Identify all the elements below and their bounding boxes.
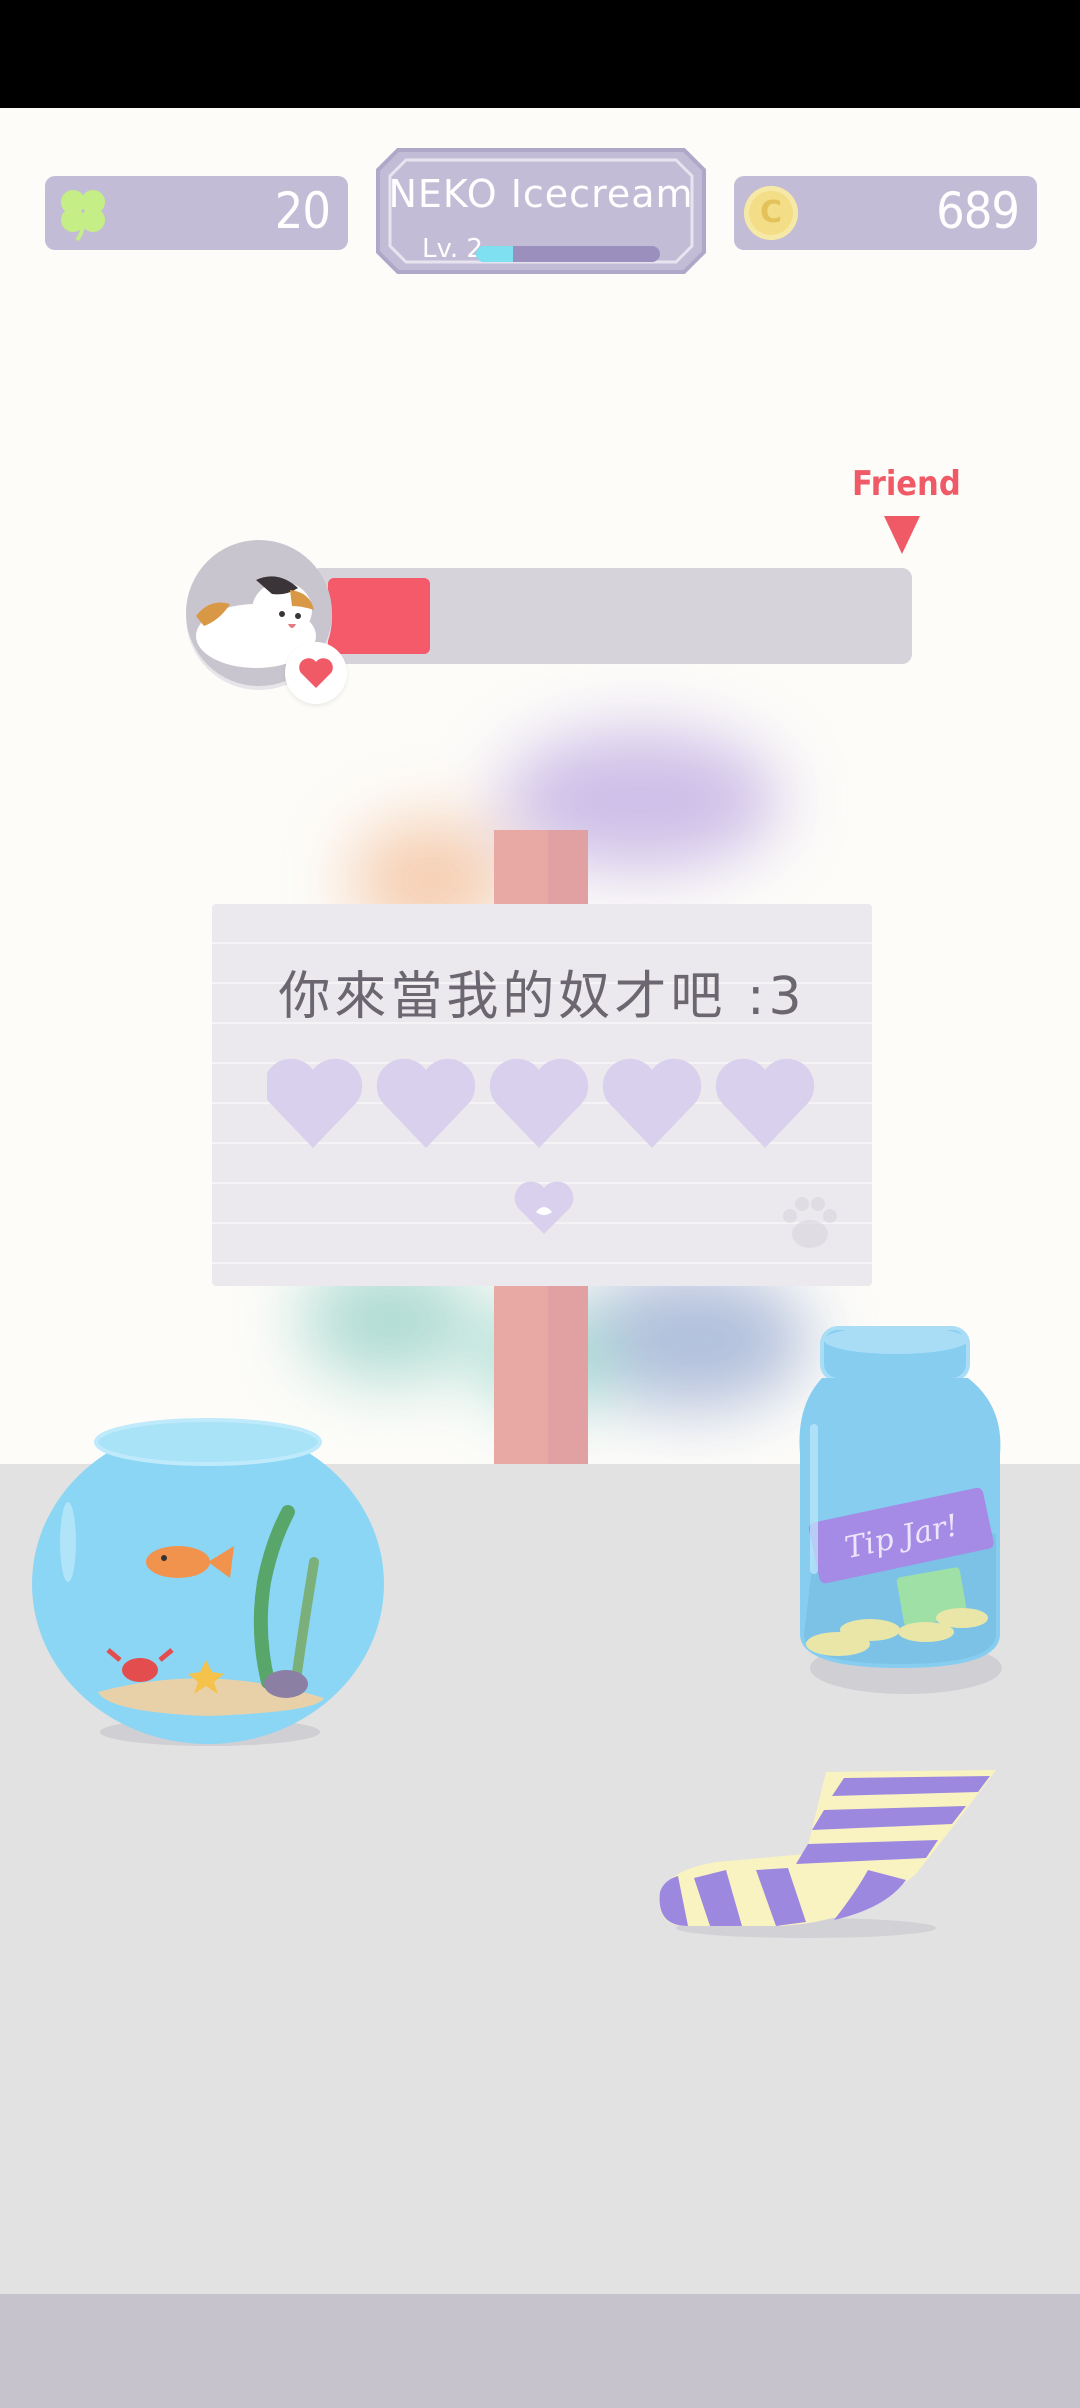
clover-count: 20 <box>274 182 331 240</box>
striped-sock[interactable] <box>656 1762 1006 1942</box>
rating-hearts <box>267 1058 815 1148</box>
coin-count: 689 <box>936 182 1020 240</box>
rating-heart <box>489 1058 589 1148</box>
clover-icon <box>61 190 105 242</box>
coin-icon: C <box>744 186 798 240</box>
rating-heart <box>715 1058 815 1148</box>
coin-symbol: C <box>759 195 783 230</box>
sign-message: 你來當我的奴才吧 :3 <box>278 967 806 1027</box>
clover-counter[interactable]: 20 <box>45 176 348 250</box>
message-sign[interactable]: 你來當我的奴才吧 :3 <box>212 904 872 1286</box>
fish-bowl[interactable] <box>28 1412 388 1752</box>
level-progress-bar <box>476 246 660 262</box>
title-plate: NEKO Icecream Lv. 2 <box>370 142 712 280</box>
rating-heart <box>602 1058 702 1148</box>
level-label: Lv. 2 <box>422 234 483 264</box>
sign-post-bottom <box>494 1284 588 1464</box>
paw-print-icon <box>783 1197 837 1248</box>
heart-leaf-icon <box>514 1181 574 1234</box>
game-title: NEKO Icecream <box>388 172 694 216</box>
bottom-navigation-bar <box>0 2294 1080 2408</box>
heart-icon <box>299 658 333 688</box>
rating-heart <box>376 1058 476 1148</box>
tip-jar[interactable]: Tip Jar! <box>796 1314 1008 1704</box>
coin-counter[interactable]: C 689 <box>734 176 1037 250</box>
sign-post-top <box>494 830 588 906</box>
affection-heart-badge <box>285 642 347 704</box>
system-status-bar <box>0 0 1080 108</box>
affection-bar <box>310 568 912 664</box>
friend-marker-arrow-icon <box>884 516 920 554</box>
level-progress-fill <box>476 246 513 262</box>
friend-label: Friend <box>852 464 961 504</box>
rating-heart <box>267 1058 363 1148</box>
